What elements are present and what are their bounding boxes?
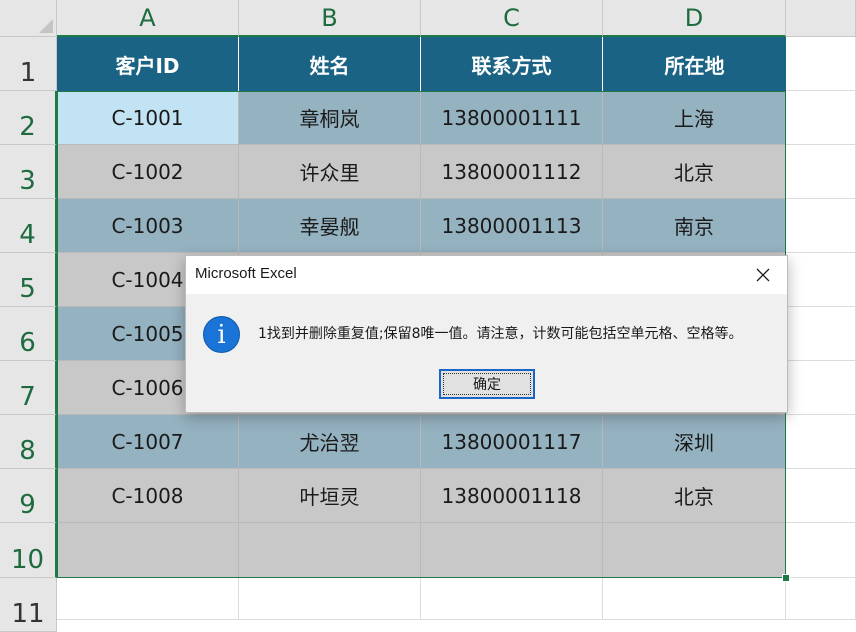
table-cell[interactable]: 13800001118 — [421, 469, 603, 523]
row-header-5[interactable]: 5 — [0, 253, 57, 307]
active-cell[interactable]: C-1001 — [57, 91, 239, 145]
row-header-6[interactable]: 6 — [0, 307, 57, 361]
table-cell[interactable] — [603, 578, 786, 620]
table-cell[interactable] — [786, 199, 856, 253]
table-cell[interactable]: 13800001117 — [421, 415, 603, 469]
select-all-button[interactable] — [0, 0, 57, 37]
table-cell[interactable]: 许众里 — [239, 145, 421, 199]
table-cell[interactable] — [786, 361, 856, 415]
table-cell[interactable] — [786, 145, 856, 199]
column-header-b[interactable]: B — [239, 0, 421, 37]
table-cell[interactable]: C-1003 — [57, 199, 239, 253]
dialog-title: Microsoft Excel — [195, 265, 297, 282]
table-cell[interactable]: 深圳 — [603, 415, 786, 469]
table-cell[interactable]: 叶垣灵 — [239, 469, 421, 523]
table-cell[interactable]: 13800001113 — [421, 199, 603, 253]
fill-handle[interactable] — [782, 574, 790, 582]
table-cell[interactable]: 幸晏舰 — [239, 199, 421, 253]
row-header-4[interactable]: 4 — [0, 199, 57, 253]
row-header-10[interactable]: 10 — [0, 523, 57, 578]
row-header-7[interactable]: 7 — [0, 361, 57, 415]
table-header-cell[interactable]: 姓名 — [239, 37, 421, 91]
table-cell[interactable]: 南京 — [603, 199, 786, 253]
table-cell[interactable] — [786, 415, 856, 469]
table-cell[interactable]: 上海 — [603, 91, 786, 145]
row-header-3[interactable]: 3 — [0, 145, 57, 199]
close-button[interactable] — [747, 260, 779, 290]
table-cell[interactable]: 13800001111 — [421, 91, 603, 145]
table-cell[interactable] — [57, 523, 239, 578]
table-cell[interactable] — [786, 307, 856, 361]
table-cell[interactable]: 章桐岚 — [239, 91, 421, 145]
table-cell[interactable] — [786, 578, 856, 620]
table-header-cell[interactable]: 所在地 — [603, 37, 786, 91]
close-icon — [756, 268, 770, 282]
row-header-1[interactable]: 1 — [0, 37, 57, 91]
table-cell[interactable]: C-1008 — [57, 469, 239, 523]
table-cell[interactable] — [786, 91, 856, 145]
row-header-8[interactable]: 8 — [0, 415, 57, 469]
row-header-11[interactable]: 11 — [0, 578, 57, 632]
table-cell[interactable] — [239, 523, 421, 578]
ok-button[interactable]: 确定 — [439, 369, 535, 399]
row-header-2[interactable]: 2 — [0, 91, 57, 145]
table-cell[interactable] — [239, 578, 421, 620]
select-all-triangle-icon — [39, 19, 53, 33]
dialog-titlebar[interactable]: Microsoft Excel — [186, 256, 787, 294]
table-cell[interactable] — [57, 578, 239, 620]
column-header-a[interactable]: A — [57, 0, 239, 37]
table-cell[interactable]: 北京 — [603, 469, 786, 523]
table-cell[interactable] — [421, 578, 603, 620]
table-header-cell[interactable]: 客户ID — [57, 37, 239, 91]
table-cell[interactable]: C-1002 — [57, 145, 239, 199]
table-cell[interactable]: 13800001112 — [421, 145, 603, 199]
table-header-cell[interactable]: 联系方式 — [421, 37, 603, 91]
message-dialog: Microsoft Excel i 1找到并删除重复值;保留8唯一值。请注意，计… — [185, 255, 788, 413]
table-cell[interactable]: 北京 — [603, 145, 786, 199]
row-header-9[interactable]: 9 — [0, 469, 57, 523]
table-cell[interactable] — [786, 523, 856, 578]
table-cell[interactable] — [603, 523, 786, 578]
table-cell[interactable]: C-1007 — [57, 415, 239, 469]
table-cell[interactable] — [786, 469, 856, 523]
table-cell[interactable] — [421, 523, 603, 578]
column-header-e[interactable] — [786, 0, 856, 37]
table-cell[interactable] — [786, 37, 856, 91]
table-cell[interactable] — [786, 253, 856, 307]
column-header-d[interactable]: D — [603, 0, 786, 37]
column-header-c[interactable]: C — [421, 0, 603, 37]
table-cell[interactable]: 尤治翌 — [239, 415, 421, 469]
info-icon: i — [203, 316, 240, 353]
dialog-message: 1找到并删除重复值;保留8唯一值。请注意，计数可能包括空单元格、空格等。 — [258, 326, 743, 342]
